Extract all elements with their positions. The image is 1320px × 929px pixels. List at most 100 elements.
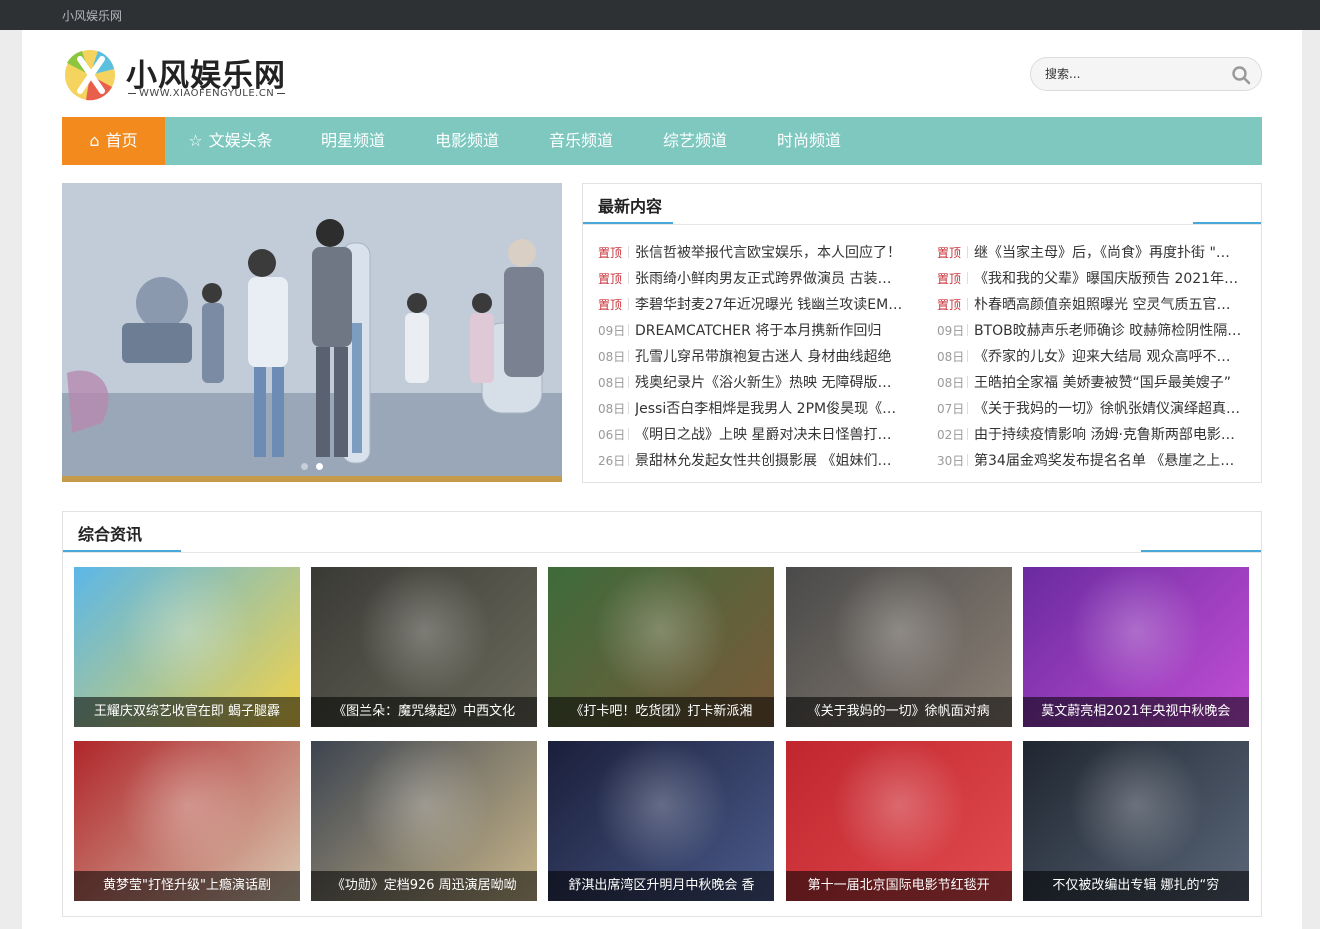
pinned-badge: 置顶 — [598, 246, 623, 260]
top-bar-site-name: 小风娱乐网 — [62, 9, 123, 23]
latest-item-title[interactable]: 继《当家主母》后，《尚食》再度扑街 "… — [974, 240, 1242, 266]
latest-item[interactable]: 09日 DREAMCATCHER 将于本月携新作回归 — [598, 318, 908, 344]
main-nav: ⌂ 首页 ☆ 文娱头条 明星频道 电影频道 音乐频道 综艺频道 时尚频道 — [62, 117, 1262, 165]
search-input[interactable] — [1045, 66, 1225, 82]
news-card[interactable]: 《功勋》定档926 周迅演居呦呦 — [311, 741, 538, 901]
date-label: 26日 — [598, 454, 626, 468]
latest-item-title[interactable]: 张雨绮小鲜肉男友正式跨界做演员 古装扮相… — [635, 266, 903, 292]
latest-item-title[interactable]: 李碧华封麦27年近况曝光 钱幽兰攻读EMBA… — [635, 292, 903, 318]
news-card[interactable]: 第十一届北京国际电影节红毯开 — [785, 741, 1012, 901]
news-card[interactable]: 不仅被改编出专辑 娜扎的“穷 — [1022, 741, 1249, 901]
latest-item[interactable]: 置顶 李碧华封麦27年近况曝光 钱幽兰攻读EMBA… — [598, 292, 908, 318]
latest-item-title[interactable]: 景甜林允发起女性共创摄影展 《姐妹们的… — [635, 448, 903, 474]
latest-item[interactable]: 置顶 朴春晒高颜值亲姐照曝光 空灵气质五官神似… — [937, 292, 1247, 318]
logo-domain: WWW.XIAOFENGYULE.CN — [128, 88, 288, 99]
latest-item-title[interactable]: Jessi否白李相烨是我男人 2PM俊昊现《Running Man》 — [635, 396, 903, 422]
news-card-caption[interactable]: 莫文蔚亮相2021年央视中秋晚会 — [1022, 697, 1249, 727]
news-card[interactable]: 王耀庆双综艺收官在即 蝎子腿霹 — [74, 567, 300, 727]
nav-item-stars[interactable]: 明星频道 — [296, 117, 410, 165]
latest-item[interactable]: 30日 第34届金鸡奖发布提名名单 《悬崖之上》… — [937, 448, 1247, 474]
nav-item-home[interactable]: ⌂ 首页 — [62, 117, 165, 165]
news-card-caption[interactable]: 第十一届北京国际电影节红毯开 — [785, 871, 1012, 901]
news-card-caption[interactable]: 《打卡吧！吃货团》打卡新派湘 — [548, 697, 775, 727]
news-card[interactable]: 莫文蔚亮相2021年央视中秋晚会 — [1022, 567, 1249, 727]
latest-item-title[interactable]: DREAMCATCHER 将于本月携新作回归 — [635, 318, 903, 344]
date-label: 07日 — [937, 402, 965, 416]
pinned-badge: 置顶 — [937, 298, 962, 312]
news-panel: 综合资讯 王耀庆双综艺收官在即 蝎子腿霹 《图兰朵：魔咒缘起》中西文化 《打卡吧！吃… — [62, 511, 1262, 917]
latest-content-panel: 最新内容 置顶 张信哲被举报代言欧宝娱乐，本人回应了！ 置顶 张雨绮小鲜肉男友正式跨界… — [582, 183, 1262, 483]
date-label: 08日 — [937, 350, 965, 364]
latest-item[interactable]: 置顶 张雨绮小鲜肉男友正式跨界做演员 古装扮相… — [598, 266, 908, 292]
home-icon: ⌂ — [89, 131, 100, 150]
news-card-caption[interactable]: 王耀庆双综艺收官在即 蝎子腿霹 — [74, 697, 300, 727]
nav-item-variety[interactable]: 综艺频道 — [638, 117, 752, 165]
slider-image — [62, 183, 562, 482]
latest-item-title[interactable]: 《我和我的父辈》曝国庆版预告 2021年国庆… — [974, 266, 1242, 292]
search-icon[interactable] — [1231, 65, 1251, 85]
news-card-caption[interactable]: 《图兰朵：魔咒缘起》中西文化 — [311, 697, 538, 727]
news-panel-title: 综合资讯 — [78, 525, 143, 544]
news-card-caption[interactable]: 黄梦莹"打怪升级"上瘾演话剧 — [74, 871, 300, 901]
latest-item-title[interactable]: BTOB旼赫声乐老师确诊 旼赫筛检阴性隔离中 — [974, 318, 1242, 344]
latest-item-title[interactable]: 《关于我妈的一切》徐帆张婧仪演绎超真实母女 — [974, 396, 1242, 422]
nav-item-headlines[interactable]: ☆ 文娱头条 — [165, 117, 296, 165]
nav-item-music[interactable]: 音乐频道 — [524, 117, 638, 165]
news-card[interactable]: 《打卡吧！吃货团》打卡新派湘 — [548, 567, 775, 727]
date-label: 02日 — [937, 428, 965, 442]
latest-item[interactable]: 02日 由于持续疫情影响 汤姆·克鲁斯两部电影四… — [937, 422, 1247, 448]
date-label: 09日 — [598, 324, 626, 338]
latest-item-title[interactable]: 《明日之战》上映 星爵对决未日怪兽打响… — [635, 422, 903, 448]
date-label: 08日 — [598, 376, 626, 390]
search-box — [1030, 57, 1262, 91]
latest-item-title[interactable]: 朴春晒高颜值亲姐照曝光 空灵气质五官神似… — [974, 292, 1242, 318]
pinned-badge: 置顶 — [598, 298, 623, 312]
featured-slider[interactable] — [62, 183, 562, 482]
latest-item[interactable]: 26日 景甜林允发起女性共创摄影展 《姐妹们的… — [598, 448, 908, 474]
latest-item[interactable]: 09日 BTOB旼赫声乐老师确诊 旼赫筛检阴性隔离中 — [937, 318, 1247, 344]
news-card[interactable]: 黄梦莹"打怪升级"上瘾演话剧 — [74, 741, 300, 901]
news-card[interactable]: 《图兰朵：魔咒缘起》中西文化 — [311, 567, 538, 727]
logo-icon[interactable] — [62, 49, 118, 101]
date-label: 08日 — [598, 402, 626, 416]
top-bar: 小风娱乐网 — [0, 0, 1320, 30]
slider-dots — [62, 463, 562, 470]
latest-item[interactable]: 置顶 《我和我的父辈》曝国庆版预告 2021年国庆… — [937, 266, 1247, 292]
latest-item[interactable]: 08日 孔雪儿穿吊带旗袍复古迷人 身材曲线超绝 — [598, 344, 908, 370]
date-label: 09日 — [937, 324, 965, 338]
news-card-caption[interactable]: 《功勋》定档926 周迅演居呦呦 — [311, 871, 538, 901]
latest-item-title[interactable]: 张信哲被举报代言欧宝娱乐，本人回应了！ — [635, 240, 903, 266]
slider-dot[interactable] — [301, 463, 308, 470]
date-label: 06日 — [598, 428, 626, 442]
latest-item[interactable]: 08日 Jessi否白李相烨是我男人 2PM俊昊现《Running Man》 — [598, 396, 908, 422]
latest-item[interactable]: 置顶 继《当家主母》后，《尚食》再度扑街 "… — [937, 240, 1247, 266]
latest-item-title[interactable]: 孔雪儿穿吊带旗袍复古迷人 身材曲线超绝 — [635, 344, 903, 370]
date-label: 30日 — [937, 454, 965, 468]
nav-item-movies[interactable]: 电影频道 — [410, 117, 524, 165]
latest-item-title[interactable]: 《乔家的儿女》迎来大结局 观众高呼不舍… — [974, 344, 1242, 370]
latest-item-title[interactable]: 王皓拍全家福 美娇妻被赞“国乒最美嫂子” — [974, 370, 1242, 396]
latest-item-title[interactable]: 第34届金鸡奖发布提名名单 《悬崖之上》… — [974, 448, 1242, 474]
news-card-caption[interactable]: 《关于我妈的一切》徐帆面对病 — [785, 697, 1012, 727]
date-label: 08日 — [937, 376, 965, 390]
star-icon: ☆ — [188, 131, 203, 150]
latest-item[interactable]: 08日 《乔家的儿女》迎来大结局 观众高呼不舍… — [937, 344, 1247, 370]
pinned-badge: 置顶 — [937, 272, 962, 286]
slider-dot[interactable] — [316, 463, 323, 470]
news-card[interactable]: 舒淇出席湾区升明月中秋晚会 香 — [548, 741, 775, 901]
pinned-badge: 置顶 — [598, 272, 623, 286]
news-card-caption[interactable]: 舒淇出席湾区升明月中秋晚会 香 — [548, 871, 775, 901]
latest-item[interactable]: 07日 《关于我妈的一切》徐帆张婧仪演绎超真实母女 — [937, 396, 1247, 422]
latest-item[interactable]: 08日残奥纪录片《浴火新生》热映 无障碍版同步上线 — [598, 370, 908, 396]
latest-item-title[interactable]: 残奥纪录片《浴火新生》热映 无障碍版同步上线 — [635, 370, 903, 396]
nav-item-fashion[interactable]: 时尚频道 — [752, 117, 866, 165]
latest-item[interactable]: 08日 王皓拍全家福 美娇妻被赞“国乒最美嫂子” — [937, 370, 1247, 396]
latest-item-title[interactable]: 由于持续疫情影响 汤姆·克鲁斯两部电影四… — [974, 422, 1242, 448]
date-label: 08日 — [598, 350, 626, 364]
latest-item[interactable]: 置顶 张信哲被举报代言欧宝娱乐，本人回应了！ — [598, 240, 908, 266]
news-card[interactable]: 《关于我妈的一切》徐帆面对病 — [785, 567, 1012, 727]
latest-item[interactable]: 06日 《明日之战》上映 星爵对决未日怪兽打响… — [598, 422, 908, 448]
news-card-caption[interactable]: 不仅被改编出专辑 娜扎的“穷 — [1022, 871, 1249, 901]
latest-content-title: 最新内容 — [598, 197, 663, 216]
pinned-badge: 置顶 — [937, 246, 962, 260]
